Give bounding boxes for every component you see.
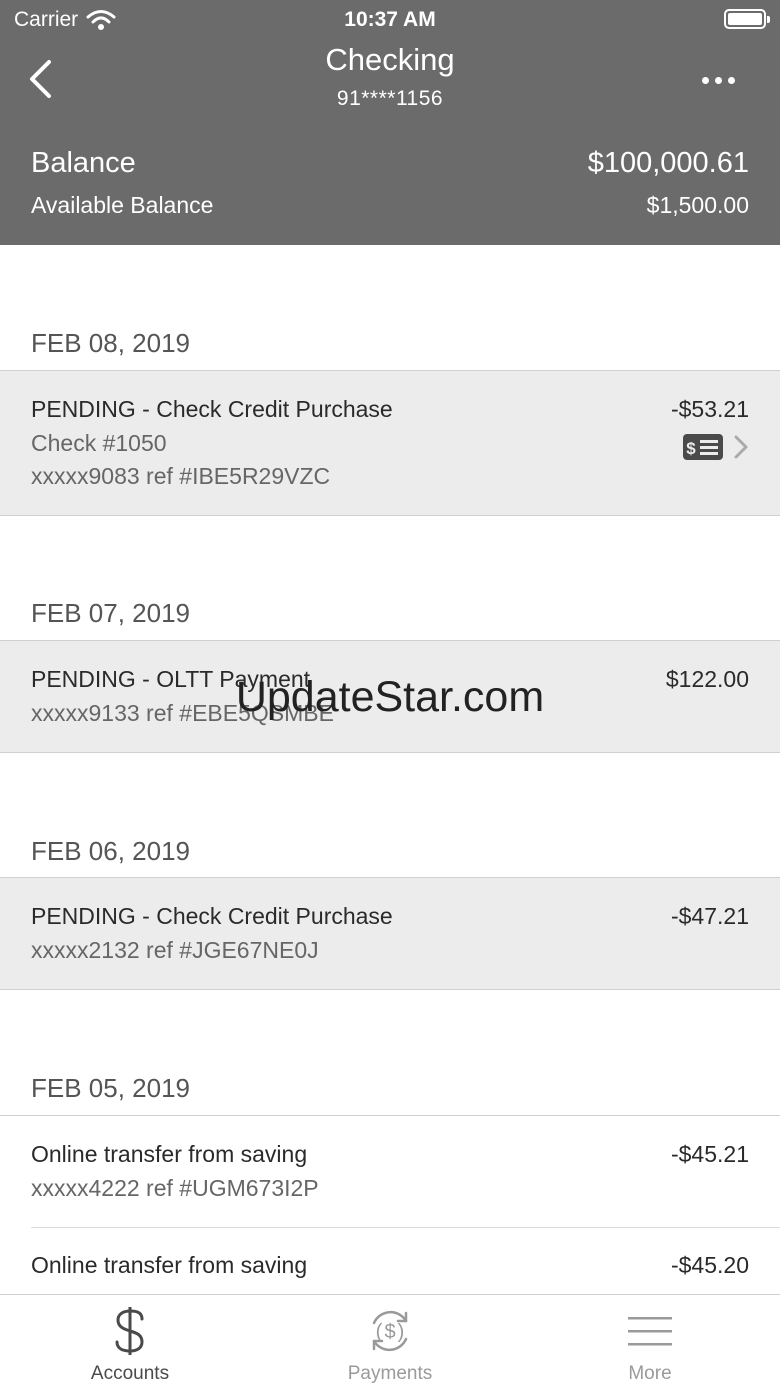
ellipsis-dot: [714, 76, 722, 84]
tab-label: Accounts: [90, 1363, 170, 1384]
tab-icon-wrap: [520, 1305, 780, 1357]
transaction-list[interactable]: FEB 08, 2019 PENDING - Check Credit Purc…: [0, 245, 780, 1294]
date-header: FEB 08, 2019: [31, 328, 190, 358]
transaction-title: Online transfer from saving: [31, 1141, 308, 1167]
more-options-button[interactable]: [696, 70, 740, 90]
check-image-icon[interactable]: $: [682, 433, 724, 461]
tab-label: Payments: [347, 1363, 433, 1384]
transaction-amount: -$45.20: [670, 1252, 749, 1278]
transaction-amount: $122.00: [665, 666, 749, 692]
ellipsis-dot: [727, 76, 735, 84]
balance-value: $100,000.61: [587, 147, 749, 179]
chevron-right-icon: [734, 435, 748, 459]
transaction-reference: xxxxx9133 ref #EBE5QSMBE: [31, 700, 334, 726]
transaction-amount: -$53.21: [670, 396, 749, 422]
transaction-amount: -$45.21: [670, 1141, 749, 1167]
dollar-icon: [115, 1307, 144, 1355]
svg-text:$: $: [384, 1321, 395, 1343]
transaction-row[interactable]: Online transfer from saving xxxxx4222 re…: [0, 1115, 780, 1228]
tab-more[interactable]: More: [520, 1295, 780, 1387]
transaction-row[interactable]: PENDING - Check Credit Purchase xxxxx213…: [0, 877, 780, 990]
tab-label: More: [628, 1363, 672, 1384]
status-time: 10:37 AM: [344, 8, 436, 31]
transaction-title: Online transfer from saving: [31, 1252, 308, 1278]
available-balance-label: Available Balance: [31, 192, 214, 218]
ellipsis-icon: [701, 76, 709, 84]
tab-icon-wrap: $ ( ): [260, 1305, 520, 1357]
account-number: 91****1156: [336, 87, 444, 110]
tab-bar: Accounts $ ( ) Payments More: [0, 1294, 780, 1387]
transaction-reference: xxxxx4222 ref #UGM673I2P: [31, 1175, 319, 1201]
transaction-check-number: Check #1050: [31, 430, 167, 456]
transaction-reference: xxxxx2132 ref #JGE67NE0J: [31, 937, 319, 963]
svg-text:(: (: [376, 1321, 383, 1343]
svg-text:$: $: [686, 439, 696, 458]
transaction-title: PENDING - Check Credit Purchase: [31, 903, 393, 929]
transaction-row[interactable]: PENDING - Check Credit Purchase Check #1…: [0, 370, 780, 516]
balance-label: Balance: [31, 147, 136, 179]
date-header: FEB 07, 2019: [31, 598, 190, 628]
payments-icon: $ ( ): [372, 1310, 408, 1352]
available-balance-value: $1,500.00: [646, 192, 749, 218]
page-title: Checking: [325, 42, 455, 77]
transaction-reference: xxxxx9083 ref #IBE5R29VZC: [31, 463, 331, 489]
status-bar: Carrier 10:37 AM: [0, 0, 780, 40]
battery-icon: [724, 9, 770, 29]
account-header: Carrier 10:37 AM Checking 91****1156 Bal…: [0, 0, 780, 245]
tab-accounts[interactable]: Accounts: [0, 1295, 260, 1387]
tab-payments[interactable]: $ ( ) Payments: [260, 1295, 520, 1387]
date-header: FEB 05, 2019: [31, 1073, 190, 1103]
transaction-row[interactable]: Online transfer from saving -$45.20: [0, 1228, 780, 1294]
transaction-amount: -$47.21: [670, 903, 749, 929]
tab-icon-wrap: [0, 1305, 260, 1357]
transaction-title: PENDING - Check Credit Purchase: [31, 396, 393, 422]
menu-icon: [628, 1317, 672, 1346]
transaction-row[interactable]: PENDING - OLTT Payment xxxxx9133 ref #EB…: [0, 640, 780, 753]
date-header: FEB 06, 2019: [31, 836, 190, 866]
svg-text:): ): [398, 1321, 405, 1343]
transaction-title: PENDING - OLTT Payment: [31, 666, 311, 692]
